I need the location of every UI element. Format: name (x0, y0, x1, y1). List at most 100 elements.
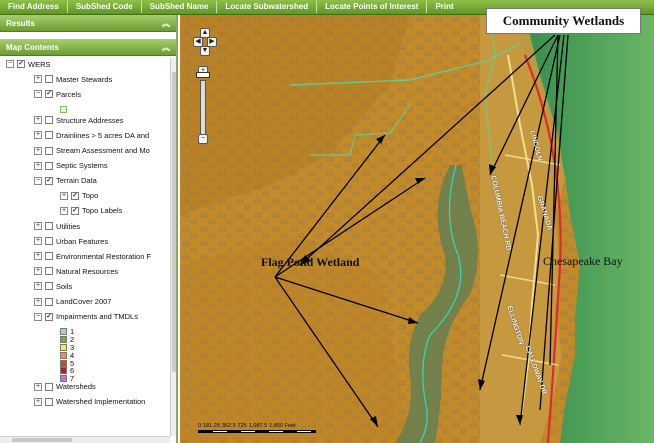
tree-item-wers[interactable]: − ✓ WERS (0, 58, 51, 70)
map-contents-panel-header[interactable]: Map Contents ︽ (0, 39, 176, 56)
scale-tick-label: 181.25 (203, 423, 220, 429)
layer-label-watersheds: Watersheds (56, 382, 96, 392)
layer-label-drainlines-5-acres-da-and: Drainlines > 5 acres DA and (56, 130, 150, 140)
layer-checkbox-environmental-restoration-f[interactable] (45, 252, 53, 261)
expand-structure-addresses-icon[interactable]: + (34, 116, 42, 125)
scale-tick-label: 0 (198, 423, 202, 429)
layer-checkbox-wers[interactable]: ✓ (17, 60, 25, 68)
layer-label-landcover-2007: LandCover 2007 (56, 297, 112, 306)
layer-label-utilities: Utilities (56, 221, 81, 231)
expand-terrain-data-icon[interactable]: − (34, 176, 42, 185)
layer-label-topo-labels: Topo Labels (82, 206, 123, 216)
toolbar-button-locate-subwatershed[interactable]: Locate Subwatershed (217, 1, 318, 13)
layer-checkbox-impairments-and-tmdls[interactable]: ✓ (45, 312, 53, 321)
layer-checkbox-drainlines-5-acres-da-and[interactable] (45, 131, 53, 140)
tree-item-parcels[interactable]: − ✓ Parcels (0, 88, 81, 100)
tree-item-topo[interactable]: + ✓ Topo (0, 190, 98, 202)
layer-checkbox-natural-resources[interactable] (45, 267, 53, 276)
layer-tree-vertical-scrollbar[interactable] (170, 58, 176, 436)
layer-label-terrain-data: Terrain Data (56, 176, 97, 186)
expand-parcels-icon[interactable]: − (34, 90, 42, 99)
map-navigation-control: ▲ ◀ ▶ ▼ + − (193, 28, 217, 146)
tree-item-utilities[interactable]: + Utilities (0, 220, 80, 232)
scale-tick-label: 1,450 Feet (269, 423, 296, 429)
tree-item-master-stewards[interactable]: + Master Stewards (0, 73, 112, 85)
layer-checkbox-structure-addresses[interactable] (45, 116, 53, 125)
expand-environmental-restoration-f-icon[interactable]: + (34, 252, 42, 261)
expand-utilities-icon[interactable]: + (34, 222, 42, 230)
expand-drainlines-5-acres-da-and-icon[interactable]: + (34, 131, 42, 140)
zoom-slider[interactable] (200, 80, 206, 136)
layer-checkbox-topo[interactable]: ✓ (71, 191, 79, 200)
layer-checkbox-topo-labels[interactable]: ✓ (71, 206, 79, 215)
pan-down-button[interactable]: ▼ (200, 46, 210, 56)
layer-tree: − ✓ WERS + Master Stewards − ✓ Parcels + Structur… (0, 58, 170, 436)
layer-checkbox-watershed-implementation[interactable] (45, 397, 53, 406)
layer-checkbox-utilities[interactable] (45, 222, 53, 230)
tree-item-structure-addresses[interactable]: + Structure Addresses (0, 114, 124, 126)
layer-label-structure-addresses: Structure Addresses (56, 115, 124, 125)
layer-checkbox-soils[interactable] (45, 282, 53, 291)
left-panel: Results ︽ Map Contents ︽ − ✓ WERS + Master S… (0, 15, 178, 443)
community-wetlands-callout: Community Wetlands (486, 8, 641, 34)
expand-soils-icon[interactable]: + (34, 282, 42, 291)
expand-landcover-2007-icon[interactable]: + (34, 297, 42, 306)
tree-item-drainlines-5-acres-da-and[interactable]: + Drainlines > 5 acres DA and (0, 129, 149, 141)
tree-item-watersheds[interactable]: + Watersheds (0, 381, 96, 393)
toolbar-button-find-address[interactable]: Find Address (0, 1, 68, 13)
map-imagery (180, 15, 654, 443)
expand-urban-features-icon[interactable]: + (34, 237, 42, 246)
toolbar-button-subshed-code[interactable]: SubShed Code (68, 1, 142, 13)
results-panel-header[interactable]: Results ︽ (0, 15, 176, 32)
layer-checkbox-septic-systems[interactable] (45, 161, 53, 170)
layer-checkbox-watersheds[interactable] (45, 382, 53, 391)
scale-tick-label: 1,087.5 (248, 423, 268, 429)
parcels-legend-swatch (60, 105, 67, 113)
expand-topo-icon[interactable]: + (60, 191, 68, 200)
tree-item-topo-labels[interactable]: + ✓ Topo Labels (0, 205, 122, 217)
expand-septic-systems-icon[interactable]: + (34, 161, 42, 170)
layer-label-environmental-restoration-f: Environmental Restoration F (56, 251, 152, 261)
layer-tree-horizontal-scrollbar[interactable] (0, 436, 170, 443)
layer-label-urban-features: Urban Features (56, 236, 109, 246)
layer-label-watershed-implementation: Watershed Implementation (56, 397, 146, 407)
layer-checkbox-urban-features[interactable] (45, 237, 53, 246)
layer-checkbox-parcels[interactable]: ✓ (45, 90, 53, 99)
map-view[interactable]: COLUMBIA BEACH RD LINCOLN ELLINGTON CALL… (180, 15, 654, 443)
zoom-out-button[interactable]: − (198, 134, 208, 144)
tree-item-terrain-data[interactable]: − ✓ Terrain Data (0, 175, 97, 187)
toolbar-button-subshed-name[interactable]: SubShed Name (142, 1, 218, 13)
tree-item-soils[interactable]: + Soils (0, 280, 72, 292)
layer-checkbox-stream-assessment-and-mo[interactable] (45, 146, 53, 155)
expand-topo-labels-icon[interactable]: + (60, 206, 68, 215)
tree-item-impairments-and-tmdls[interactable]: − ✓ Impairments and TMDLs (0, 311, 138, 323)
collapse-map-contents-icon[interactable]: ︽ (162, 42, 170, 53)
zoom-slider-thumb[interactable] (196, 72, 210, 78)
expand-natural-resources-icon[interactable]: + (34, 267, 42, 276)
scale-bar: 0 181.25 362.5 725 1,087.5 1,450 Feet (198, 423, 328, 437)
expand-master-stewards-icon[interactable]: + (34, 75, 42, 84)
tree-item-stream-assessment-and-mo[interactable]: + Stream Assessment and Mo (0, 145, 150, 157)
layer-checkbox-landcover-2007[interactable] (45, 297, 53, 306)
layer-label-soils: Soils (56, 281, 73, 291)
tree-item-natural-resources[interactable]: + Natural Resources (0, 265, 118, 277)
expand-stream-assessment-and-mo-icon[interactable]: + (34, 146, 42, 155)
toolbar-button-print[interactable]: Print (427, 1, 461, 13)
results-title: Results (6, 18, 35, 28)
expand-watershed-implementation-icon[interactable]: + (34, 397, 42, 406)
layer-label-septic-systems: Septic Systems (56, 161, 108, 171)
expand-impairments-and-tmdls-icon[interactable]: − (34, 312, 42, 321)
tree-item-landcover-2007[interactable]: + LandCover 2007 (0, 296, 111, 308)
collapse-results-icon[interactable]: ︽ (162, 18, 170, 29)
collapse-wers-icon[interactable]: − (6, 60, 14, 68)
expand-watersheds-icon[interactable]: + (34, 382, 42, 391)
tree-item-septic-systems[interactable]: + Septic Systems (0, 160, 108, 172)
layer-checkbox-terrain-data[interactable]: ✓ (45, 176, 53, 185)
layer-label-master-stewards: Master Stewards (56, 74, 113, 84)
toolbar-button-locate-points-of-interest[interactable]: Locate Points of Interest (317, 1, 428, 13)
layer-checkbox-master-stewards[interactable] (45, 75, 53, 84)
layer-label-topo: Topo (82, 191, 99, 201)
tree-item-watershed-implementation[interactable]: + Watershed Implementation (0, 396, 145, 408)
tree-item-environmental-restoration-f[interactable]: + Environmental Restoration F (0, 250, 151, 262)
tree-item-urban-features[interactable]: + Urban Features (0, 235, 108, 247)
